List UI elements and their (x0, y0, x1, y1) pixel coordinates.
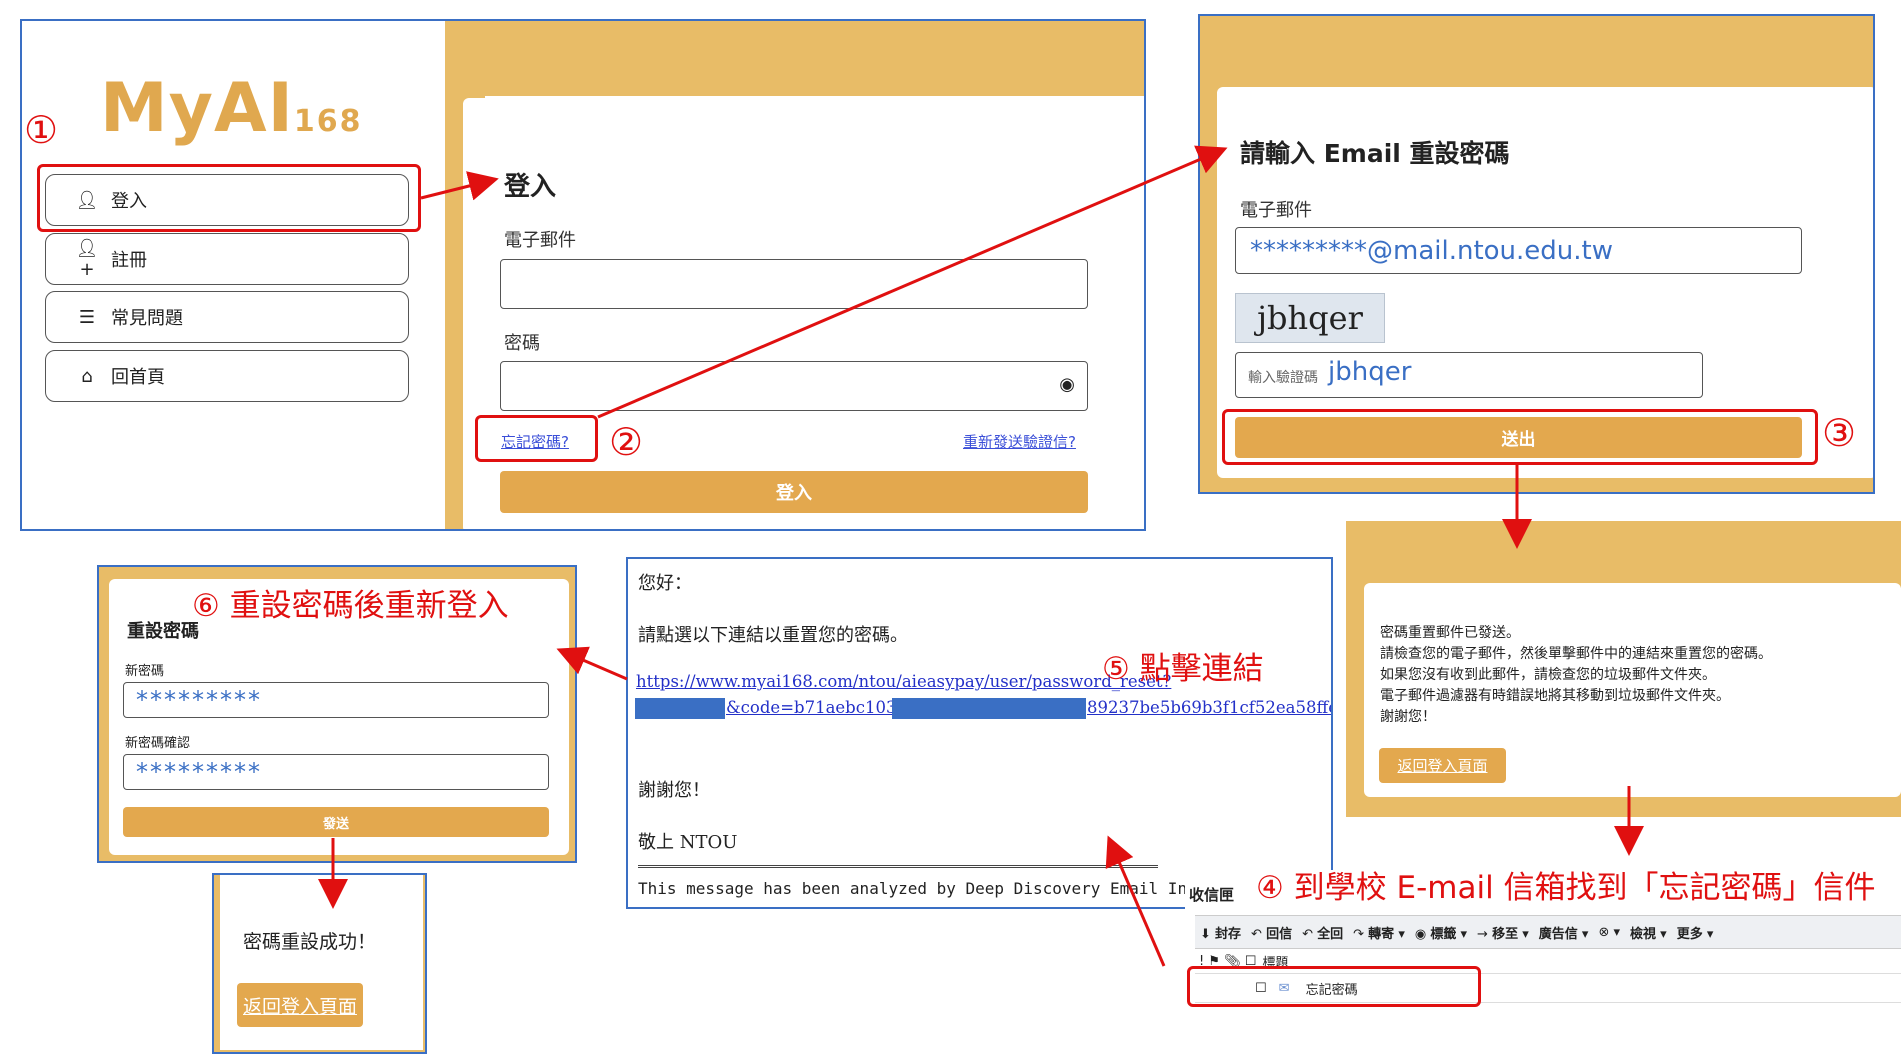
arrow-4-to-email (1105, 835, 1166, 967)
arrow-2-to-reset (597, 145, 1228, 419)
arrow-1-to-login (420, 171, 499, 201)
flow-arrows (318, 145, 1644, 967)
arrow-5-to-reset-form (556, 646, 628, 681)
